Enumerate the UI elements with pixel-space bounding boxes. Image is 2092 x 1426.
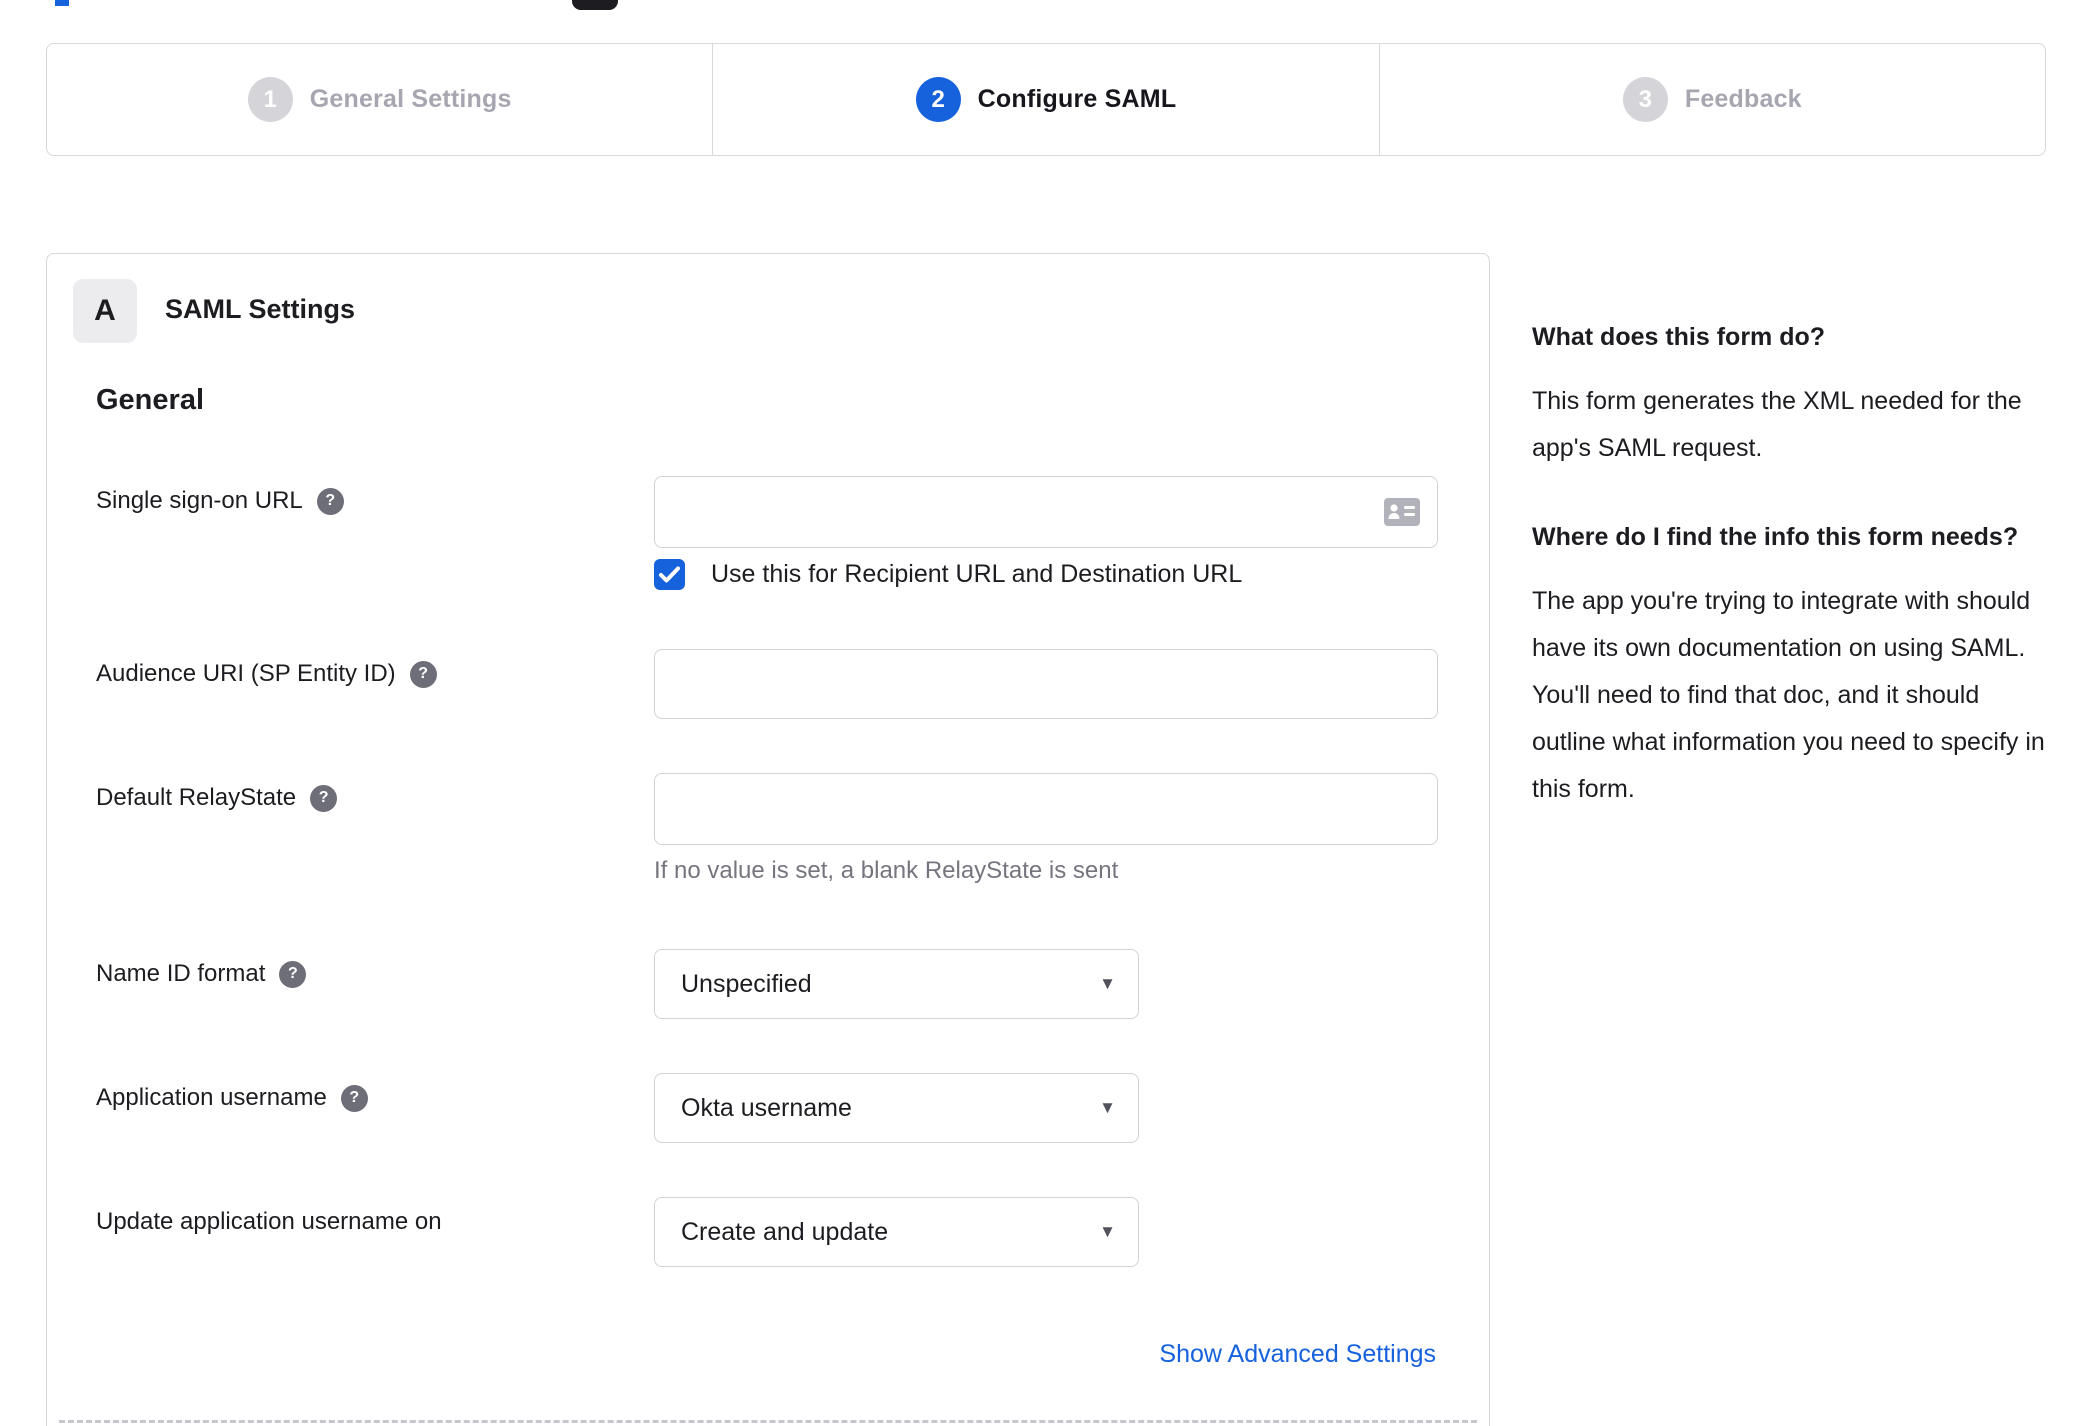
- use-for-recipient-url-checkbox[interactable]: [654, 559, 685, 590]
- application-username-select[interactable]: Okta username ▼: [654, 1073, 1139, 1143]
- step-2-number-badge: 2: [915, 77, 961, 122]
- step-feedback[interactable]: 3 Feedback: [1378, 44, 2045, 155]
- show-advanced-settings-link[interactable]: Show Advanced Settings: [1159, 1340, 1436, 1369]
- panel-title: SAML Settings: [165, 294, 356, 324]
- name-id-format-label-text: Name ID format: [96, 960, 266, 987]
- general-section-heading: General: [96, 384, 204, 416]
- step-configure-saml[interactable]: 2 Configure SAML: [712, 44, 1378, 155]
- single-sign-on-url-label-text: Single sign-on URL: [96, 487, 303, 514]
- relaystate-hint: If no value is set, a blank RelayState i…: [654, 857, 1119, 884]
- step-2-label: Configure SAML: [977, 85, 1177, 113]
- step-1-number-badge: 1: [247, 77, 293, 122]
- cutoff-artifact-blue: [55, 0, 69, 6]
- help-answer-1: This form generates the XML needed for t…: [1532, 387, 2022, 462]
- single-sign-on-url-input-wrap: [654, 476, 1438, 548]
- name-id-format-label: Name ID format ?: [96, 957, 307, 991]
- recipient-url-checkbox-row: Use this for Recipient URL and Destinati…: [654, 559, 1242, 590]
- update-application-username-label: Update application username on: [96, 1205, 442, 1239]
- update-application-username-label-text: Update application username on: [96, 1208, 442, 1235]
- help-icon[interactable]: ?: [279, 960, 307, 988]
- name-id-format-value: Unspecified: [681, 969, 812, 998]
- step-3-label: Feedback: [1684, 85, 1802, 113]
- default-relaystate-label-text: Default RelayState: [96, 784, 297, 811]
- help-icon[interactable]: ?: [409, 660, 437, 688]
- chevron-down-icon: ▼: [1099, 974, 1116, 993]
- help-question-2: Where do I find the info this form needs…: [1532, 523, 2019, 551]
- default-relaystate-label: Default RelayState ?: [96, 781, 338, 815]
- chevron-down-icon: ▼: [1099, 1222, 1116, 1241]
- single-sign-on-url-input[interactable]: [654, 476, 1438, 548]
- help-icon[interactable]: ?: [340, 1084, 368, 1112]
- contact-card-icon[interactable]: [1384, 498, 1420, 526]
- dashed-divider: [59, 1420, 1477, 1423]
- application-username-label-text: Application username: [96, 1084, 327, 1111]
- step-1-label: General Settings: [309, 85, 512, 113]
- name-id-format-select[interactable]: Unspecified ▼: [654, 949, 1139, 1019]
- help-icon[interactable]: ?: [316, 487, 344, 515]
- use-for-recipient-url-checkbox-label: Use this for Recipient URL and Destinati…: [711, 560, 1243, 588]
- help-answer-2: The app you're trying to integrate with …: [1532, 587, 2045, 803]
- help-question-1: What does this form do?: [1532, 323, 1826, 351]
- configure-saml-page: 1 General Settings 2 Configure SAML 3 Fe…: [0, 0, 2092, 1426]
- help-icon[interactable]: ?: [310, 784, 338, 812]
- section-a-badge: A: [73, 279, 137, 343]
- update-application-username-select[interactable]: Create and update ▼: [654, 1197, 1139, 1267]
- wizard-stepper: 1 General Settings 2 Configure SAML 3 Fe…: [46, 43, 2046, 156]
- step-3-number-badge: 3: [1622, 77, 1668, 122]
- cutoff-artifact-dark: [572, 0, 618, 10]
- update-application-username-value: Create and update: [681, 1217, 889, 1246]
- step-general-settings[interactable]: 1 General Settings: [47, 44, 712, 155]
- audience-uri-input[interactable]: [654, 649, 1438, 719]
- help-sidebar: What does this form do? This form genera…: [1532, 318, 2048, 813]
- default-relaystate-input[interactable]: [654, 773, 1438, 845]
- saml-settings-panel: A SAML Settings General Single sign-on U…: [46, 253, 1490, 1426]
- audience-uri-label-text: Audience URI (SP Entity ID): [96, 660, 396, 687]
- application-username-value: Okta username: [681, 1093, 852, 1122]
- single-sign-on-url-label: Single sign-on URL ?: [96, 484, 344, 518]
- chevron-down-icon: ▼: [1099, 1098, 1116, 1117]
- application-username-label: Application username ?: [96, 1081, 368, 1115]
- checkmark-icon: [659, 566, 680, 583]
- audience-uri-label: Audience URI (SP Entity ID) ?: [96, 657, 437, 691]
